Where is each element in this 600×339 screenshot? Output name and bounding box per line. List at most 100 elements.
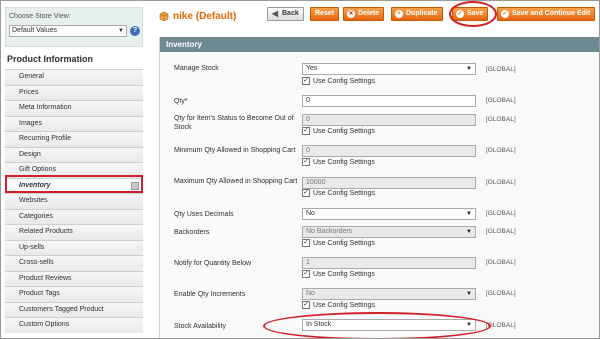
qty-decimals-select[interactable]: No ▼ bbox=[302, 208, 476, 220]
checkbox-checked-icon: ✓ bbox=[302, 158, 310, 167]
chevron-down-icon: ▼ bbox=[118, 28, 124, 34]
tab-categories[interactable]: Categories bbox=[5, 208, 143, 224]
button-label: Duplicate bbox=[406, 10, 438, 17]
tab-label: Gift Options bbox=[19, 166, 56, 173]
tab-label: General bbox=[19, 73, 44, 80]
tab-label: Design bbox=[19, 150, 41, 158]
out-of-stock-use-config[interactable]: ✓ Use Config Settings bbox=[302, 127, 375, 137]
page-title: nike (Default) bbox=[173, 11, 237, 22]
tab-product-tags[interactable]: Product Tags bbox=[5, 286, 143, 302]
manage-stock-use-config[interactable]: ✓ Use Config Settings bbox=[302, 77, 375, 87]
back-button[interactable]: ◀ Back bbox=[267, 7, 304, 21]
tab-label: Recurring Profile bbox=[19, 135, 72, 142]
tab-websites[interactable]: Websites bbox=[5, 193, 143, 209]
product-icon bbox=[159, 11, 169, 21]
delete-button[interactable]: ✕ Delete bbox=[343, 7, 385, 21]
tab-label: Product Tags bbox=[19, 290, 60, 297]
sidebar-title: Product Information bbox=[7, 54, 93, 64]
tab-customers-tagged-product[interactable]: Customers Tagged Product bbox=[5, 301, 143, 317]
backorders-use-config[interactable]: ✓ Use Config Settings bbox=[302, 239, 375, 249]
tab-general[interactable]: General bbox=[5, 69, 143, 85]
tab-label: Customers Tagged Product bbox=[19, 305, 104, 313]
scope-label: [GLOBAL] bbox=[486, 66, 516, 73]
qty-increments-select[interactable]: No ▼ bbox=[302, 288, 476, 300]
checkbox-checked-icon: ✓ bbox=[302, 270, 310, 279]
chevron-down-icon: ▼ bbox=[466, 66, 472, 72]
tab-design[interactable]: Design bbox=[5, 146, 143, 162]
tab-meta-information[interactable]: Meta Information bbox=[5, 100, 143, 116]
tab-product-reviews[interactable]: Product Reviews bbox=[5, 270, 143, 286]
delete-icon: ✕ bbox=[347, 10, 355, 18]
min-qty-input[interactable]: 0 bbox=[302, 145, 476, 157]
tab-prices[interactable]: Prices bbox=[5, 84, 143, 100]
help-icon[interactable]: ? bbox=[130, 26, 140, 36]
store-view-select[interactable]: Default Values ▼ bbox=[9, 25, 127, 37]
save-and-continue-button[interactable]: ✓ Save and Continue Edit bbox=[497, 7, 596, 21]
field-value: 10000 bbox=[306, 179, 326, 186]
out-of-stock-qty-input[interactable]: 0 bbox=[302, 114, 476, 126]
tab-label: Cross-sells bbox=[19, 259, 54, 266]
qty-label: Qty* bbox=[174, 98, 188, 105]
sidebar: Choose Store View: Default Values ▼ ? Pr… bbox=[1, 1, 147, 338]
checkbox-label: Use Config Settings bbox=[313, 159, 375, 166]
max-qty-label: Maximum Qty Allowed in Shopping Cart bbox=[174, 178, 298, 185]
qty-input[interactable]: 0 bbox=[302, 95, 476, 107]
notify-qty-label: Notify for Quantity Below bbox=[174, 260, 252, 267]
button-label: Delete bbox=[358, 10, 380, 17]
scope-label: [GLOBAL] bbox=[486, 97, 516, 104]
tab-images[interactable]: Images bbox=[5, 115, 143, 131]
scope-label: [GLOBAL] bbox=[486, 147, 516, 154]
tab-label: Meta Information bbox=[19, 104, 72, 111]
product-tabs: General Prices Meta Information Images R… bbox=[5, 69, 143, 333]
checkbox-label: Use Config Settings bbox=[313, 240, 375, 247]
max-qty-input[interactable]: 10000 bbox=[302, 177, 476, 189]
inventory-fieldset: Inventory Manage Stock Yes ▼ [GLOBAL] ✓ Us… bbox=[159, 37, 599, 338]
checkbox-label: Use Config Settings bbox=[313, 302, 375, 309]
plus-icon: + bbox=[395, 10, 403, 18]
scope-label: [GLOBAL] bbox=[486, 179, 516, 186]
window-frame: Choose Store View: Default Values ▼ ? Pr… bbox=[0, 0, 600, 339]
notify-qty-input[interactable]: 1 bbox=[302, 257, 476, 269]
button-label: Reset bbox=[315, 10, 335, 17]
field-value: 0 bbox=[306, 97, 310, 104]
qty-increments-label: Enable Qty Increments bbox=[174, 291, 246, 298]
checkbox-checked-icon: ✓ bbox=[302, 301, 310, 310]
tab-up-sells[interactable]: Up-sells bbox=[5, 239, 143, 255]
tab-custom-options[interactable]: Custom Options bbox=[5, 317, 143, 333]
field-value: 1 bbox=[306, 259, 310, 266]
stock-availability-highlight bbox=[263, 312, 491, 338]
store-switcher-label: Choose Store View: bbox=[9, 13, 71, 20]
max-qty-use-config[interactable]: ✓ Use Config Settings bbox=[302, 189, 375, 199]
qty-increments-use-config[interactable]: ✓ Use Config Settings bbox=[302, 301, 375, 311]
tab-label: Images bbox=[19, 119, 42, 127]
tab-cross-sells[interactable]: Cross-sells bbox=[5, 255, 143, 271]
checkbox-checked-icon: ✓ bbox=[302, 239, 310, 248]
backorders-select[interactable]: No Backorders ▼ bbox=[302, 226, 476, 238]
chevron-down-icon: ▼ bbox=[466, 211, 472, 217]
tab-recurring-profile[interactable]: Recurring Profile bbox=[5, 131, 143, 147]
manage-stock-select[interactable]: Yes ▼ bbox=[302, 63, 476, 75]
tab-label: Categories bbox=[19, 212, 53, 220]
checkbox-label: Use Config Settings bbox=[313, 190, 375, 197]
min-qty-use-config[interactable]: ✓ Use Config Settings bbox=[302, 158, 375, 168]
field-value: No Backorders bbox=[306, 228, 353, 235]
duplicate-button[interactable]: + Duplicate bbox=[391, 7, 443, 21]
checkbox-label: Use Config Settings bbox=[313, 78, 375, 85]
inventory-highlight bbox=[5, 175, 143, 193]
tab-related-products[interactable]: Related Products bbox=[5, 224, 143, 240]
back-arrow-icon: ◀ bbox=[271, 9, 279, 18]
field-value: Yes bbox=[306, 65, 318, 72]
notify-qty-use-config[interactable]: ✓ Use Config Settings bbox=[302, 270, 375, 280]
manage-stock-label: Manage Stock bbox=[174, 65, 219, 72]
field-value: 0 bbox=[306, 147, 310, 154]
field-value: 0 bbox=[306, 116, 310, 123]
reset-button[interactable]: Reset bbox=[310, 7, 340, 21]
out-of-stock-qty-label: Qty for Item's Status to Become Out of S… bbox=[174, 115, 294, 131]
store-view-value: Default Values bbox=[12, 27, 58, 34]
field-value: No bbox=[306, 290, 315, 297]
scope-label: [GLOBAL] bbox=[486, 228, 516, 235]
backorders-label: Backorders bbox=[174, 229, 210, 236]
checkbox-checked-icon: ✓ bbox=[302, 189, 310, 198]
tab-label: Websites bbox=[19, 197, 48, 204]
min-qty-label: Minimum Qty Allowed in Shopping Cart bbox=[174, 147, 296, 154]
